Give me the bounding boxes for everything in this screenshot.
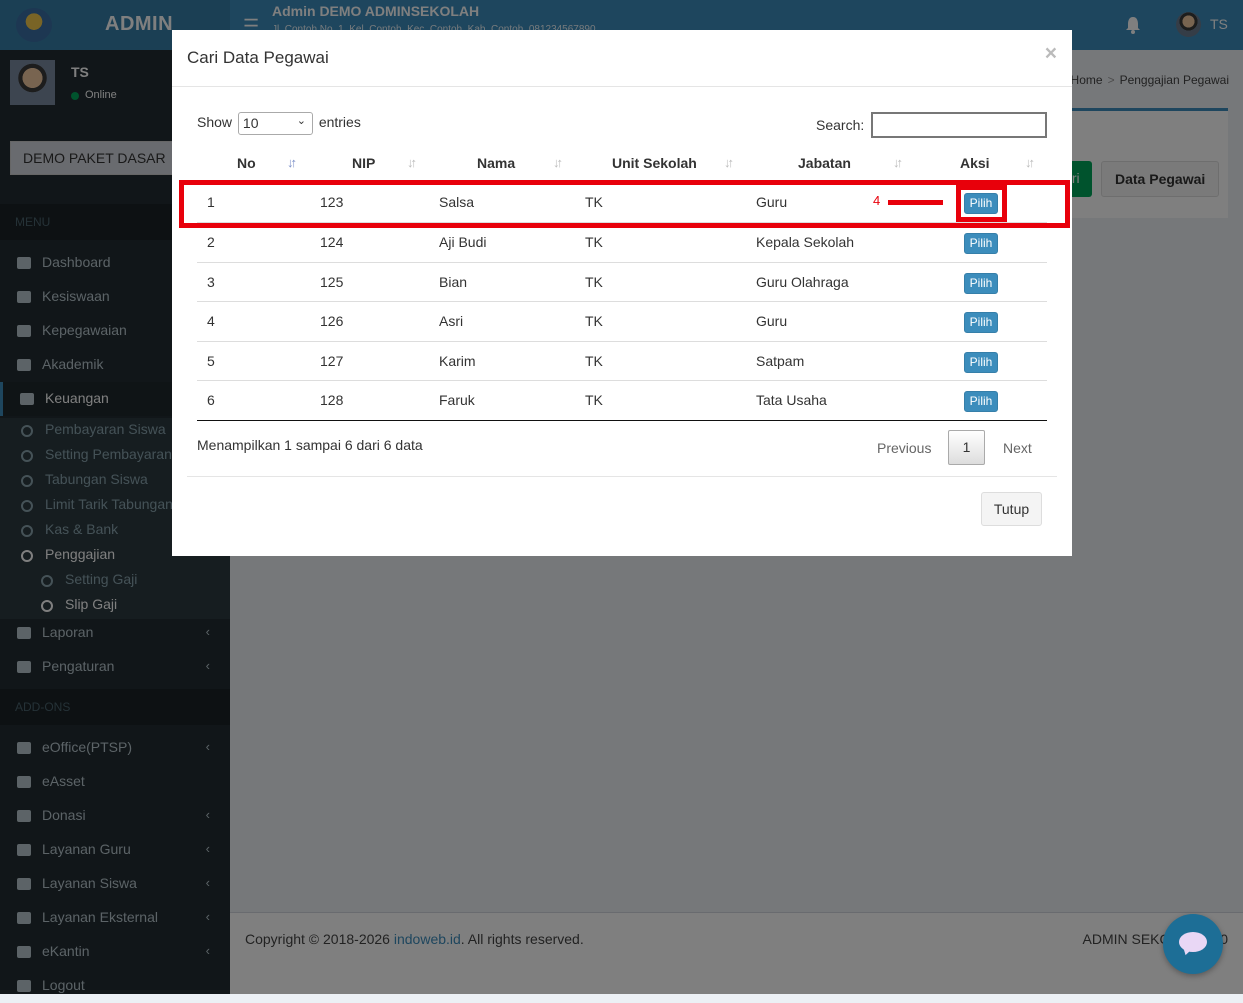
- column-header-jabatan[interactable]: Jabatan: [798, 155, 851, 171]
- cell-nip: 127: [320, 353, 344, 369]
- cell-nama: Faruk: [439, 392, 475, 408]
- cell-unit: TK: [585, 313, 603, 329]
- tutup-button[interactable]: Tutup: [981, 492, 1042, 526]
- highlight-box-pilih: [956, 185, 1007, 222]
- cell-jabatan: Guru: [756, 313, 788, 329]
- pilih-button[interactable]: Pilih: [964, 273, 998, 294]
- cell-unit: TK: [585, 353, 603, 369]
- search-input[interactable]: [871, 112, 1047, 138]
- table-row: 4 126 Asri TK Guru Pilih: [197, 301, 1047, 341]
- modal-footer-divider: [187, 476, 1057, 477]
- pilih-button[interactable]: Pilih: [964, 391, 998, 412]
- chat-button[interactable]: [1163, 914, 1223, 974]
- table-info: Menampilkan 1 sampai 6 dari 6 data: [197, 437, 423, 453]
- cell-nip: 128: [320, 392, 344, 408]
- cari-data-pegawai-modal: Cari Data Pegawai × Show 10 ⌄ entries Sea…: [172, 30, 1072, 556]
- entries-label: entries: [318, 114, 361, 131]
- sort-asc-icon[interactable]: ↓↑: [287, 155, 297, 170]
- pilih-button[interactable]: Pilih: [964, 312, 998, 333]
- cell-no: 2: [207, 234, 215, 250]
- annotation-step-number: 4: [873, 193, 881, 208]
- entries-length-control: Show 10 ⌄ entries: [197, 112, 361, 135]
- cell-jabatan: Satpam: [756, 353, 805, 369]
- cell-unit: TK: [585, 392, 603, 408]
- chevron-down-icon: ⌄: [296, 115, 306, 127]
- column-header-no[interactable]: No: [237, 155, 256, 171]
- pagination-page-1[interactable]: 1: [948, 430, 985, 465]
- modal-header: Cari Data Pegawai ×: [172, 30, 1072, 87]
- column-header-nama[interactable]: Nama: [477, 155, 515, 171]
- cell-no: 4: [207, 313, 215, 329]
- table-row: 2 124 Aji Budi TK Kepala Sekolah Pilih: [197, 222, 1047, 262]
- cell-no: 3: [207, 274, 215, 290]
- cell-jabatan: Kepala Sekolah: [756, 234, 855, 250]
- cell-nip: 125: [320, 274, 344, 290]
- table-row: 6 128 Faruk TK Tata Usaha Pilih: [197, 380, 1047, 420]
- entries-value: 10: [242, 115, 259, 131]
- sort-icon[interactable]: ↓↑: [553, 155, 563, 170]
- cell-unit: TK: [585, 274, 603, 290]
- cell-jabatan: Guru Olahraga: [756, 274, 849, 290]
- cell-nip: 126: [320, 313, 344, 329]
- annotation-arrow: [888, 200, 943, 205]
- table-header: No ↓↑ NIP ↓↑ Nama ↓↑ Unit Sekolah ↓↑ Jab…: [197, 143, 1047, 183]
- search-label: Search:: [816, 117, 865, 133]
- column-header-unit-sekolah[interactable]: Unit Sekolah: [612, 155, 697, 171]
- cell-nama: Karim: [439, 353, 476, 369]
- table-bottom-border: [197, 420, 1047, 421]
- column-header-aksi[interactable]: Aksi: [960, 155, 990, 171]
- pilih-button[interactable]: Pilih: [964, 352, 998, 373]
- cell-nama: Asri: [439, 313, 464, 329]
- table-row: 5 127 Karim TK Satpam Pilih: [197, 341, 1047, 381]
- cell-no: 6: [207, 392, 215, 408]
- sort-icon[interactable]: ↓↑: [724, 155, 734, 170]
- cell-no: 5: [207, 353, 215, 369]
- sort-icon[interactable]: ↓↑: [407, 155, 417, 170]
- pagination-next[interactable]: Next: [1003, 440, 1032, 456]
- table-row: 3 125 Bian TK Guru Olahraga Pilih: [197, 262, 1047, 302]
- pagination-previous[interactable]: Previous: [877, 440, 931, 456]
- close-icon[interactable]: ×: [1045, 42, 1057, 66]
- column-header-nip[interactable]: NIP: [352, 155, 375, 171]
- modal-title: Cari Data Pegawai: [187, 48, 329, 67]
- show-label: Show: [197, 114, 233, 131]
- entries-select[interactable]: 10 ⌄: [237, 112, 313, 135]
- cell-nama: Bian: [439, 274, 468, 290]
- cell-unit: TK: [585, 234, 603, 250]
- pilih-button[interactable]: Pilih: [964, 233, 998, 254]
- sort-icon[interactable]: ↓↑: [1025, 155, 1035, 170]
- cell-jabatan: Tata Usaha: [756, 392, 827, 408]
- cell-nip: 124: [320, 234, 344, 250]
- cell-nama: Aji Budi: [439, 234, 487, 250]
- sort-icon[interactable]: ↓↑: [893, 155, 903, 170]
